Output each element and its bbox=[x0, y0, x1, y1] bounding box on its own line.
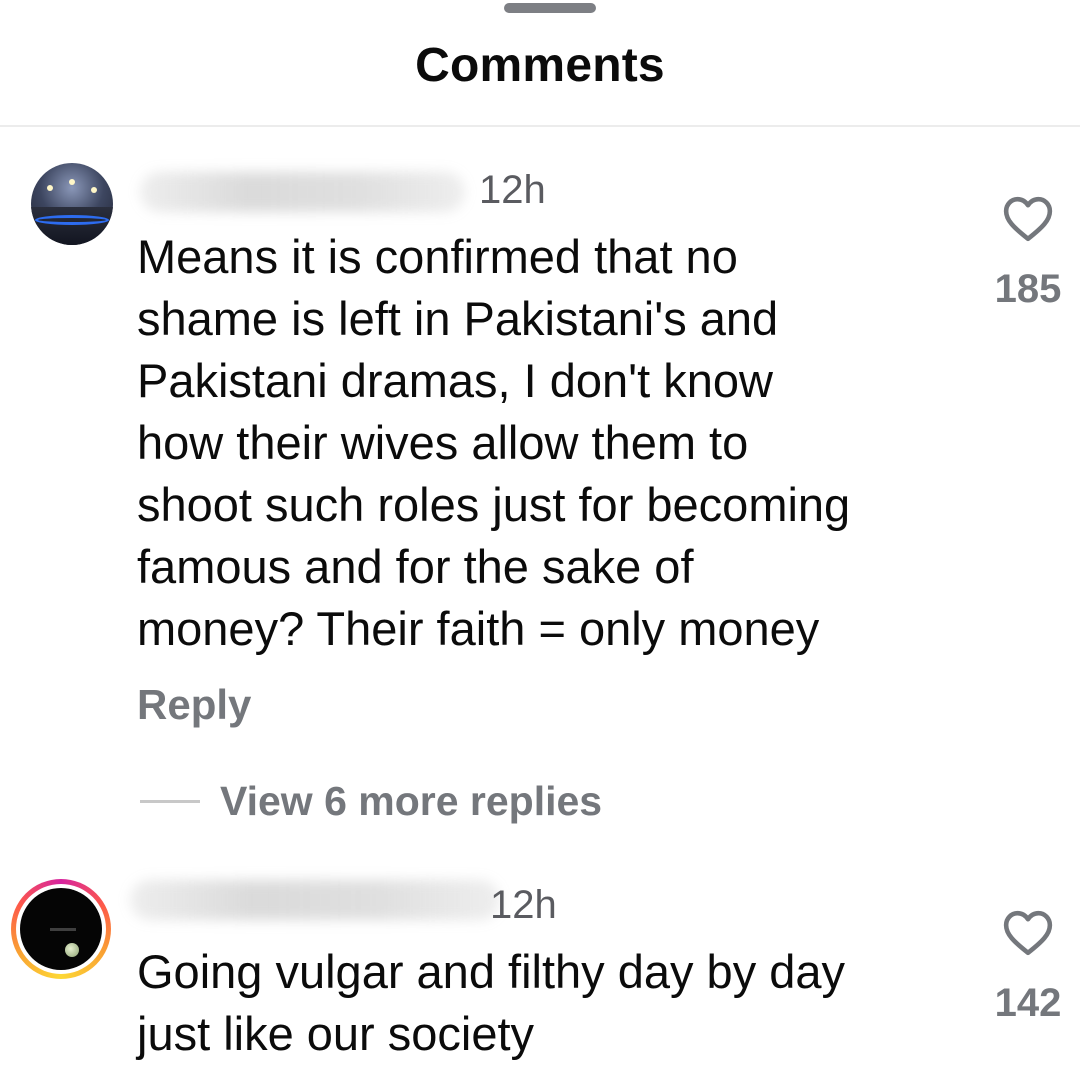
avatar-image bbox=[20, 888, 102, 970]
like-count: 142 bbox=[994, 981, 1062, 1025]
avatar[interactable] bbox=[11, 879, 111, 979]
avatar-image-floor bbox=[31, 207, 113, 245]
comment-text-line: Means it is confirmed that no bbox=[137, 230, 738, 283]
avatar-image-glow bbox=[35, 215, 109, 225]
comment-text-line: just like our society bbox=[137, 1007, 535, 1060]
reply-button[interactable]: Reply bbox=[137, 681, 251, 729]
sheet-title: Comments bbox=[415, 39, 665, 92]
comment-text-line: Pakistani dramas, I don't know bbox=[137, 354, 773, 407]
view-more-replies-button[interactable]: View 6 more replies bbox=[220, 778, 602, 825]
username-redacted[interactable] bbox=[130, 880, 500, 920]
like-count: 185 bbox=[994, 267, 1062, 311]
heart-outline-icon[interactable] bbox=[1003, 910, 1053, 956]
comment-time: 12h bbox=[490, 883, 557, 927]
comment-text-line: money? Their faith = only money bbox=[137, 602, 820, 655]
avatar-image-light bbox=[91, 187, 97, 193]
comment-text-line: shoot such roles just for becoming bbox=[137, 478, 851, 531]
comment-time: 12h bbox=[479, 168, 546, 212]
sheet-grabber[interactable] bbox=[504, 3, 596, 13]
header-divider bbox=[0, 125, 1080, 127]
avatar-image-moon bbox=[65, 943, 79, 957]
comment-text-line: how their wives allow them to bbox=[137, 416, 749, 469]
avatar-image-detail bbox=[50, 928, 76, 931]
replies-line bbox=[140, 800, 200, 803]
comment-text-line: shame is left in Pakistani's and bbox=[137, 292, 779, 345]
username-redacted[interactable] bbox=[140, 172, 465, 212]
avatar-image-light bbox=[47, 185, 53, 191]
avatar[interactable] bbox=[31, 163, 113, 245]
heart-outline-icon[interactable] bbox=[1003, 196, 1053, 242]
comment-text-line: Going vulgar and filthy day by day bbox=[137, 945, 846, 998]
avatar-image-light bbox=[69, 179, 75, 185]
comment-text-line: famous and for the sake of bbox=[137, 540, 694, 593]
